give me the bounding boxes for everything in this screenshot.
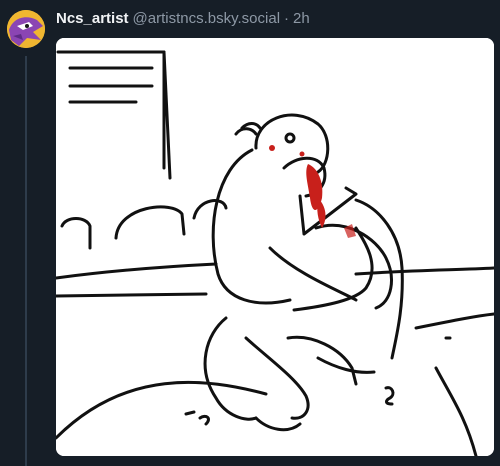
post-card[interactable]: Ncs_artist @artistncs.bsky.social · 2h	[0, 0, 500, 466]
purple-character-avatar-icon	[7, 10, 45, 48]
post-timestamp[interactable]: 2h	[293, 10, 310, 27]
author-handle[interactable]: @artistncs.bsky.social	[133, 10, 281, 27]
post-header: Ncs_artist @artistncs.bsky.social · 2h	[56, 10, 310, 30]
avatar[interactable]	[7, 10, 45, 48]
post-image[interactable]	[56, 38, 494, 456]
author-display-name[interactable]: Ncs_artist	[56, 10, 129, 27]
wrestling-sketch-image	[56, 38, 494, 456]
separator-dot: ·	[284, 10, 290, 27]
thread-line	[25, 56, 27, 466]
